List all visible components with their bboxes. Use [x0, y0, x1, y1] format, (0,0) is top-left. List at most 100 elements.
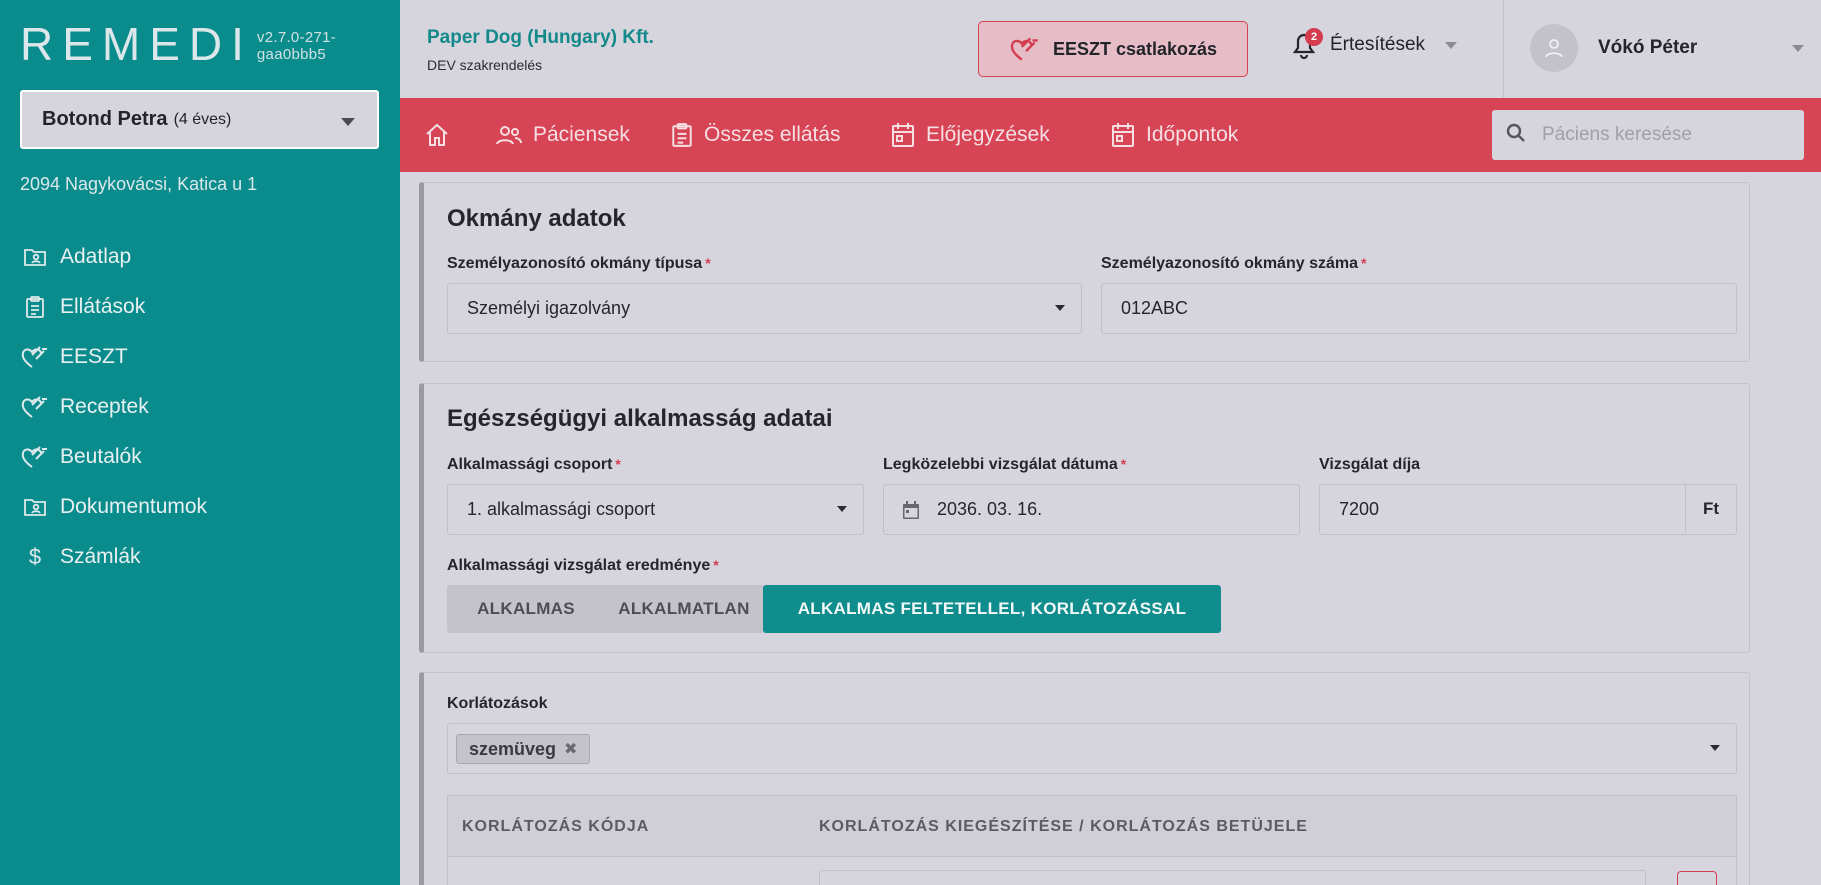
select-value: Személyi igazolvány: [467, 298, 631, 318]
patient-age: (4 éves): [173, 110, 232, 128]
required-marker: *: [705, 255, 711, 271]
exam-result-toggle: ALKALMAS ALKALMATLAN ALKALMAS FELTETELLE…: [447, 585, 1221, 633]
fitness-group-select[interactable]: 1. alkalmassági csoport: [447, 484, 864, 535]
document-number-field[interactable]: 012ABC: [1101, 283, 1737, 334]
chevron-down-icon: [1055, 305, 1065, 311]
restrictions-table-header: KORLÁTOZÁS KÓDJA KORLÁTOZÁS KIEGÉSZÍTÉSE…: [447, 795, 1737, 857]
currency-addon: Ft: [1685, 485, 1736, 533]
sidebar-item-label: Számlák: [60, 545, 141, 568]
notification-count-badge: 2: [1305, 28, 1323, 46]
folder-user-icon: [20, 492, 50, 522]
sidebar-item-adatlap[interactable]: Adatlap: [20, 232, 207, 282]
bell-icon: 2: [1290, 28, 1323, 62]
sidebar-nav: Adatlap Ellátások EESZT Receptek Beutaló…: [20, 232, 207, 582]
tag-label: szemüveg: [469, 738, 557, 759]
chevron-down-icon: [1710, 745, 1720, 751]
label-text: Személyazonosító okmány típusa: [447, 255, 703, 272]
document-card: Okmány adatok Személyazonosító okmány tí…: [419, 182, 1750, 362]
sidebar-item-label: Dokumentumok: [60, 495, 208, 518]
result-option-conditional[interactable]: ALKALMAS FELTETELLEL, KORLÁTOZÁSSAL: [763, 585, 1221, 633]
logo[interactable]: REMEDI v2.7.0-271-gaa0bbb5: [20, 18, 400, 70]
calendar-icon: [903, 500, 919, 519]
nav-bookings[interactable]: Előjegyzések: [890, 98, 1050, 172]
exam-fee-field[interactable]: 7200 Ft: [1319, 484, 1737, 535]
sidebar-item-label: EESZT: [60, 345, 128, 368]
column-header-supplement: KORLÁTOZÁS KIEGÉSZÍTÉSE / KORLÁTOZÁS BET…: [819, 818, 1308, 835]
supplement-input[interactable]: [819, 870, 1646, 885]
next-exam-date-label: Legközelebbi vizsgálat dátuma *: [883, 456, 1126, 474]
users-icon: [495, 123, 523, 147]
sidebar-item-label: Receptek: [60, 395, 149, 418]
document-type-select[interactable]: Személyi igazolvány: [447, 283, 1082, 334]
sidebar-item-receptek[interactable]: Receptek: [20, 382, 207, 432]
card-title: Egészségügyi alkalmasság adatai: [447, 405, 833, 432]
main-nav: Páciensek Összes ellátás Előjegyzések Id…: [400, 98, 1821, 172]
eeszt-connect-button[interactable]: EESZT csatlakozás: [978, 21, 1248, 77]
delete-row-button[interactable]: [1677, 871, 1717, 885]
folder-user-icon: [20, 242, 50, 272]
restrictions-label: Korlátozások: [447, 695, 548, 712]
eeszt-heart-icon: [20, 392, 50, 422]
logo-text: REMEDI: [20, 18, 253, 70]
search-input[interactable]: [1542, 124, 1792, 146]
exam-fee-label: Vizsgálat díja: [1319, 456, 1421, 473]
nav-label: Összes ellátás: [704, 123, 841, 146]
app-version: v2.7.0-271-gaa0bbb5: [256, 29, 337, 63]
chevron-down-icon: [341, 118, 355, 126]
required-marker: *: [1360, 255, 1367, 271]
chevron-down-icon: [1445, 41, 1458, 49]
org-name: Paper Dog (Hungary) Kft.: [427, 27, 654, 48]
select-value: 1. alkalmassági csoport: [467, 499, 656, 519]
sidebar-item-label: Beutalók: [60, 445, 142, 468]
label-text: Legközelebbi vizsgálat dátuma: [883, 456, 1118, 473]
document-number-label: Személyazonosító okmány száma *: [1101, 255, 1366, 273]
search-icon: [1506, 123, 1526, 148]
clipboard-icon: [670, 121, 694, 149]
calendar-icon: [1110, 121, 1136, 149]
nav-all-care[interactable]: Összes ellátás: [670, 98, 841, 172]
header: Paper Dog (Hungary) Kft. DEV szakrendelé…: [400, 0, 1821, 98]
result-option-fit[interactable]: ALKALMAS: [447, 585, 605, 633]
exam-result-label: Alkalmassági vizsgálat eredménye *: [447, 557, 719, 575]
patient-address: 2094 Nagykovácsi, Katica u 1: [20, 174, 258, 194]
home-icon: [424, 122, 450, 148]
sidebar-item-szamlak[interactable]: $ Számlák: [20, 532, 207, 582]
eeszt-heart-icon: [20, 442, 50, 472]
document-type-label: Személyazonosító okmány típusa *: [447, 255, 711, 273]
restrictions-multiselect[interactable]: szemüveg ✖: [447, 723, 1737, 774]
user-name: Vókó Péter: [1598, 37, 1698, 58]
sidebar-item-beutalok[interactable]: Beutalók: [20, 432, 207, 482]
column-header-code: KORLÁTOZÁS KÓDJA: [462, 818, 650, 835]
nav-label: Időpontok: [1146, 123, 1239, 146]
notifications-dropdown[interactable]: 2 Értesítések: [1290, 28, 1458, 62]
sidebar-item-label: Ellátások: [60, 295, 146, 318]
sidebar-item-dokumentumok[interactable]: Dokumentumok: [20, 482, 207, 532]
nav-label: Páciensek: [533, 123, 630, 146]
header-divider: [1503, 0, 1504, 98]
dollar-icon: $: [28, 544, 42, 569]
close-icon[interactable]: ✖: [564, 739, 577, 759]
patient-name: Botond Petra: [42, 108, 168, 130]
fitness-group-label: Alkalmassági csoport *: [447, 456, 621, 474]
table-row: [447, 856, 1737, 885]
restriction-tag: szemüveg ✖: [456, 734, 591, 764]
sidebar-item-ellatasok[interactable]: Ellátások: [20, 282, 207, 332]
clipboard-icon: [20, 292, 50, 322]
label-text: Alkalmassági vizsgálat eredménye: [447, 557, 711, 574]
chevron-down-icon: [1792, 45, 1804, 52]
chevron-down-icon: [837, 506, 847, 512]
next-exam-date-field[interactable]: 2036. 03. 16.: [883, 484, 1300, 535]
nav-home[interactable]: [424, 98, 460, 172]
calendar-icon: [890, 121, 916, 149]
nav-appointments[interactable]: Időpontok: [1110, 98, 1238, 172]
label-text: Alkalmassági csoport: [447, 456, 613, 473]
nav-patients[interactable]: Páciensek: [495, 98, 630, 172]
label-text: Személyazonosító okmány száma: [1101, 255, 1358, 272]
user-menu[interactable]: Vókó Péter: [1530, 24, 1804, 72]
patient-selector[interactable]: Botond Petra (4 éves): [20, 90, 379, 149]
sidebar-item-eeszt[interactable]: EESZT: [20, 332, 207, 382]
health-fitness-card: Egészségügyi alkalmasság adatai Alkalmas…: [419, 383, 1750, 653]
avatar: [1530, 24, 1578, 72]
result-option-unfit[interactable]: ALKALMATLAN: [605, 585, 763, 633]
eeszt-heart-icon: [1009, 36, 1041, 62]
